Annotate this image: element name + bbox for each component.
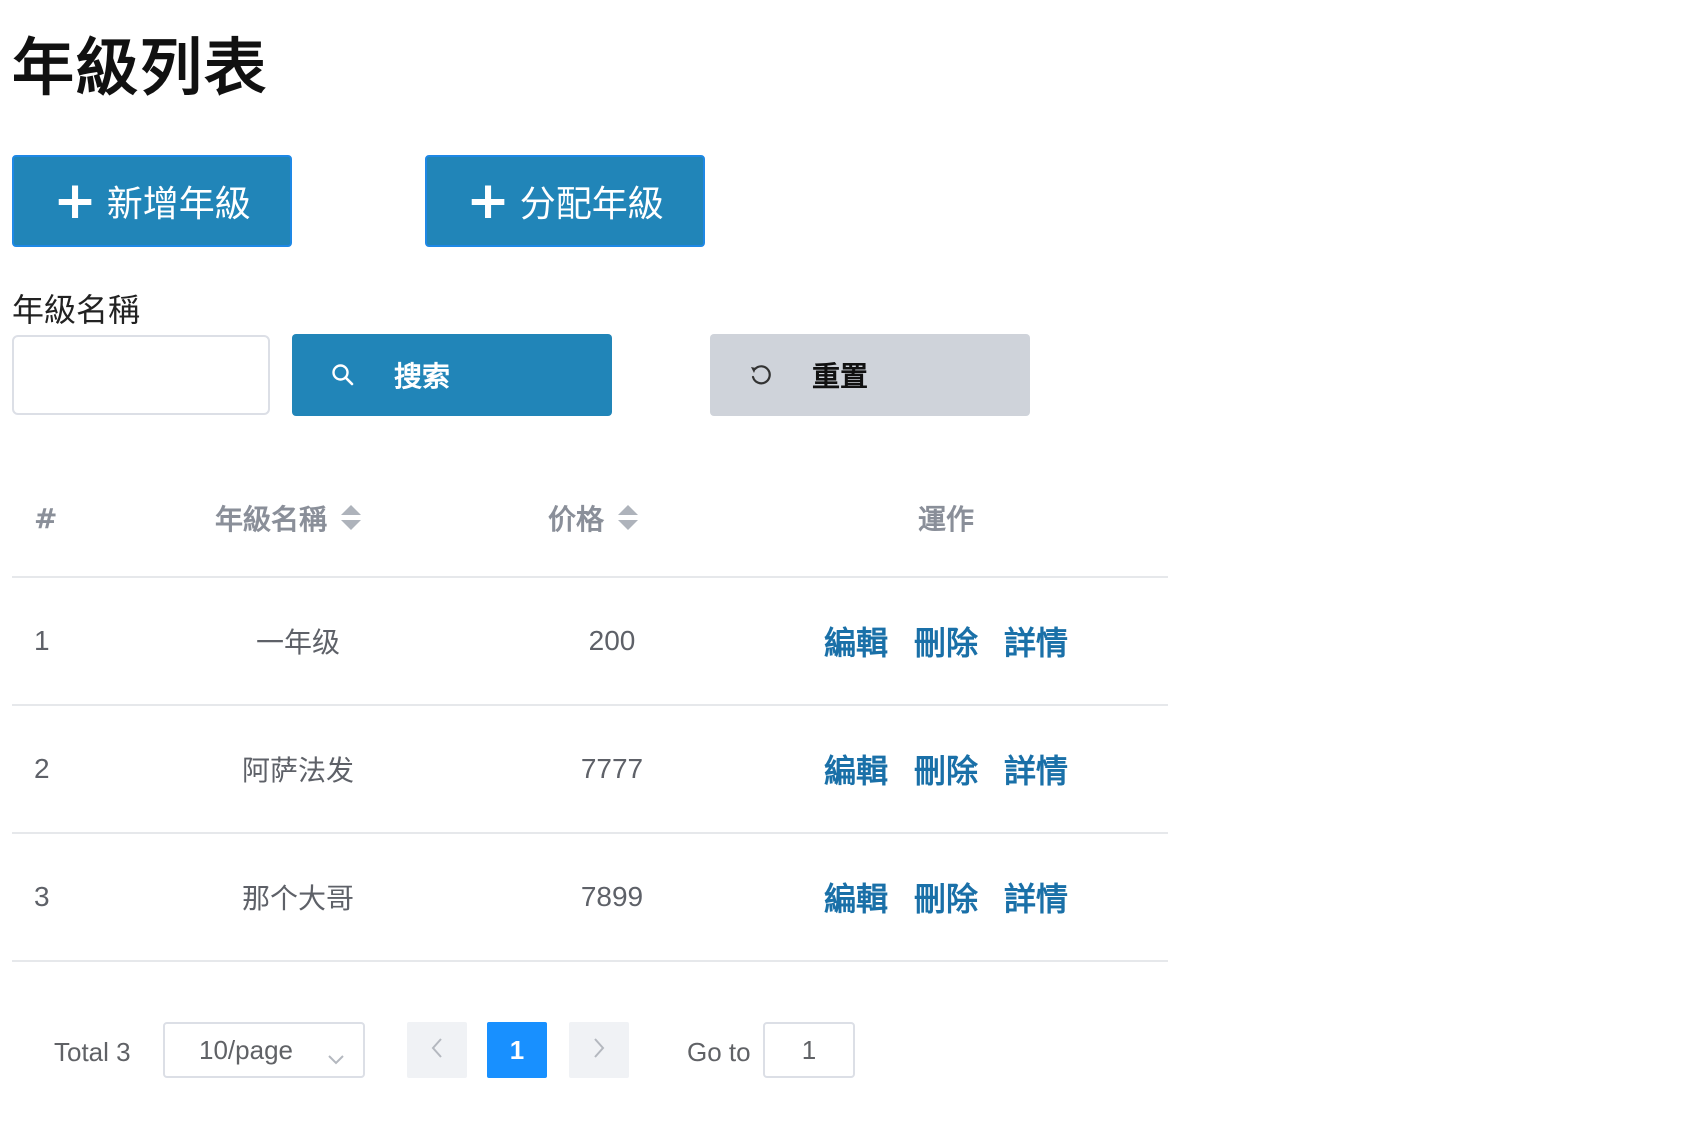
assign-grade-button[interactable]: + 分配年級 — [425, 155, 705, 247]
assign-grade-button-label: 分配年級 — [519, 184, 664, 225]
delete-link[interactable]: 刪除 — [914, 874, 978, 920]
search-icon — [330, 361, 358, 389]
column-header-grade-name-label: 年級名稱 — [215, 503, 328, 536]
sort-icon[interactable] — [618, 505, 639, 531]
edit-link[interactable]: 編輯 — [824, 746, 888, 792]
reset-button[interactable]: 重置 — [710, 334, 1030, 416]
row-price: 7899 — [580, 881, 644, 912]
goto-label: Go to — [687, 1036, 751, 1067]
table-row: 1 一年级 200 編輯 刪除 詳情 — [12, 578, 1168, 706]
next-page-button[interactable] — [569, 1022, 629, 1078]
row-actions: 編輯 刪除 詳情 — [824, 578, 1094, 704]
pagination: Total 3 10/page 1 Go to — [0, 1022, 900, 1082]
add-grade-button-label: 新增年級 — [106, 184, 251, 225]
chevron-down-icon — [327, 1042, 345, 1073]
edit-link[interactable]: 編輯 — [824, 874, 888, 920]
table-row: 3 那个大哥 7899 編輯 刪除 詳情 — [12, 834, 1168, 962]
chevron-left-icon — [430, 1037, 444, 1063]
pagination-total: Total 3 — [54, 1036, 131, 1067]
column-header-price-label: 价格 — [548, 503, 605, 536]
grade-list-page: 年級列表 + 新增年級 + 分配年級 年級名稱 搜索 重置 # 年級名稱 价格 … — [0, 0, 1702, 1124]
delete-link[interactable]: 刪除 — [914, 746, 978, 792]
plus-icon: + — [53, 171, 97, 231]
prev-page-button[interactable] — [407, 1022, 467, 1078]
row-actions: 編輯 刪除 詳情 — [824, 834, 1094, 960]
page-title: 年級列表 — [12, 31, 269, 104]
column-header-index-label: # — [34, 501, 58, 535]
search-button-label: 搜索 — [394, 360, 451, 393]
table-header: # 年級名稱 价格 運作 — [12, 460, 1168, 578]
edit-link[interactable]: 編輯 — [824, 618, 888, 664]
column-header-index: # — [34, 460, 57, 576]
details-link[interactable]: 詳情 — [1004, 746, 1068, 792]
plus-icon: + — [466, 171, 510, 231]
column-header-actions-label: 運作 — [918, 503, 975, 536]
details-link[interactable]: 詳情 — [1004, 874, 1068, 920]
reset-button-label: 重置 — [812, 360, 869, 393]
table-row: 2 阿萨法发 7777 編輯 刪除 詳情 — [12, 706, 1168, 834]
page-size-select[interactable]: 10/page — [163, 1022, 365, 1078]
details-link[interactable]: 詳情 — [1004, 618, 1068, 664]
chevron-right-icon — [592, 1037, 606, 1063]
row-price: 7777 — [580, 753, 644, 784]
search-button[interactable]: 搜索 — [292, 334, 612, 416]
row-actions: 編輯 刪除 詳情 — [824, 706, 1094, 832]
page-number-active[interactable]: 1 — [487, 1022, 547, 1078]
delete-link[interactable]: 刪除 — [914, 618, 978, 664]
add-grade-button[interactable]: + 新增年級 — [12, 155, 292, 247]
column-header-actions: 運作 — [918, 460, 974, 576]
grade-table: # 年級名稱 价格 運作 1 一年级 200 編輯 刪除 詳情 2 阿萨法发 7… — [12, 460, 1168, 962]
page-size-value: 10/page — [199, 1034, 293, 1065]
grade-name-search-input[interactable] — [12, 335, 270, 415]
refresh-icon — [748, 361, 776, 389]
sort-icon[interactable] — [341, 505, 362, 531]
goto-page-input[interactable] — [763, 1022, 855, 1078]
row-price: 200 — [588, 625, 636, 656]
column-header-grade-name[interactable]: 年級名稱 — [215, 460, 362, 576]
column-header-price[interactable]: 价格 — [548, 460, 639, 576]
grade-name-filter-label: 年級名稱 — [12, 291, 141, 329]
